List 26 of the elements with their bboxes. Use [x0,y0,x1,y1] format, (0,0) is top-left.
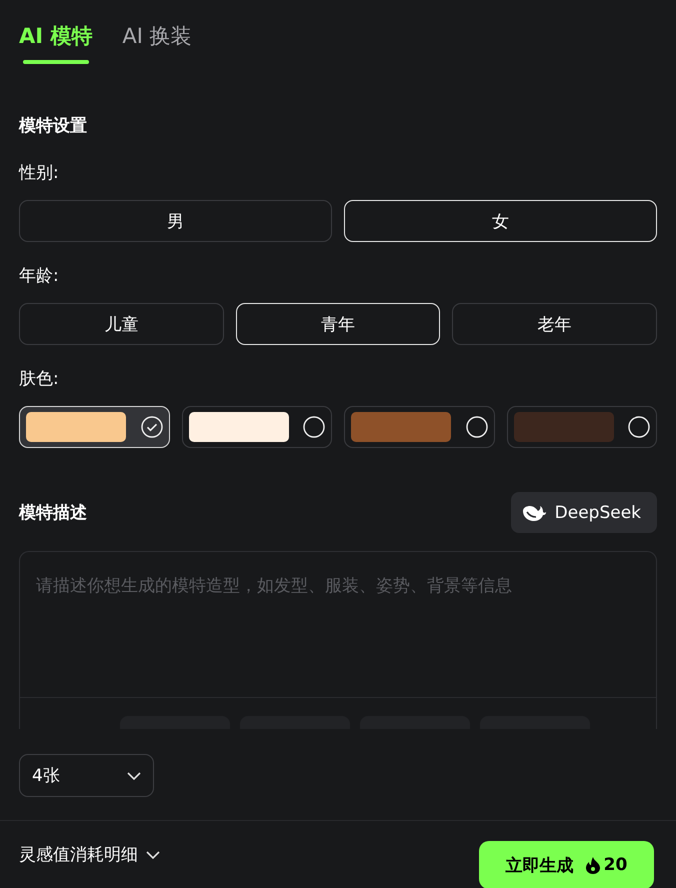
radio-circle-icon [466,416,488,438]
count-select[interactable]: 4张 [19,754,154,797]
gender-option[interactable]: 女 [344,200,657,242]
skin-tone-option[interactable] [182,406,332,448]
chevron-down-icon [146,850,160,858]
section-title: 模特设置 [19,115,88,137]
age-option[interactable]: 老年 [452,303,657,345]
chevron-down-icon [127,772,141,780]
deepseek-button[interactable]: DeepSeek [510,492,657,533]
gender-label: 性别: [19,162,60,184]
skin-label: 肤色: [19,368,60,390]
tab[interactable]: AI 模特 [19,22,92,64]
description-input[interactable]: 请描述你想生成的模特造型，如发型、服装、姿势、背景等信息 [20,552,656,697]
age-label: 年龄: [19,265,60,287]
radio-circle-icon [628,416,650,438]
generate-button[interactable]: 立即生成 20 [479,841,654,888]
section-title: 模特描述 [19,502,87,524]
age-option[interactable]: 儿童 [19,303,224,345]
cost-details-toggle[interactable]: 灵感值消耗明细 [19,843,160,866]
check-circle-icon [140,416,162,438]
gender-option[interactable]: 男 [19,200,332,242]
radio-circle-icon [303,416,325,438]
age-option[interactable]: 青年 [236,303,440,345]
description-field[interactable]: 请描述你想生成的模特造型，如发型、服装、姿势、背景等信息 [19,551,657,729]
flame-icon [586,856,600,874]
tab[interactable]: AI 换装 [122,22,192,64]
